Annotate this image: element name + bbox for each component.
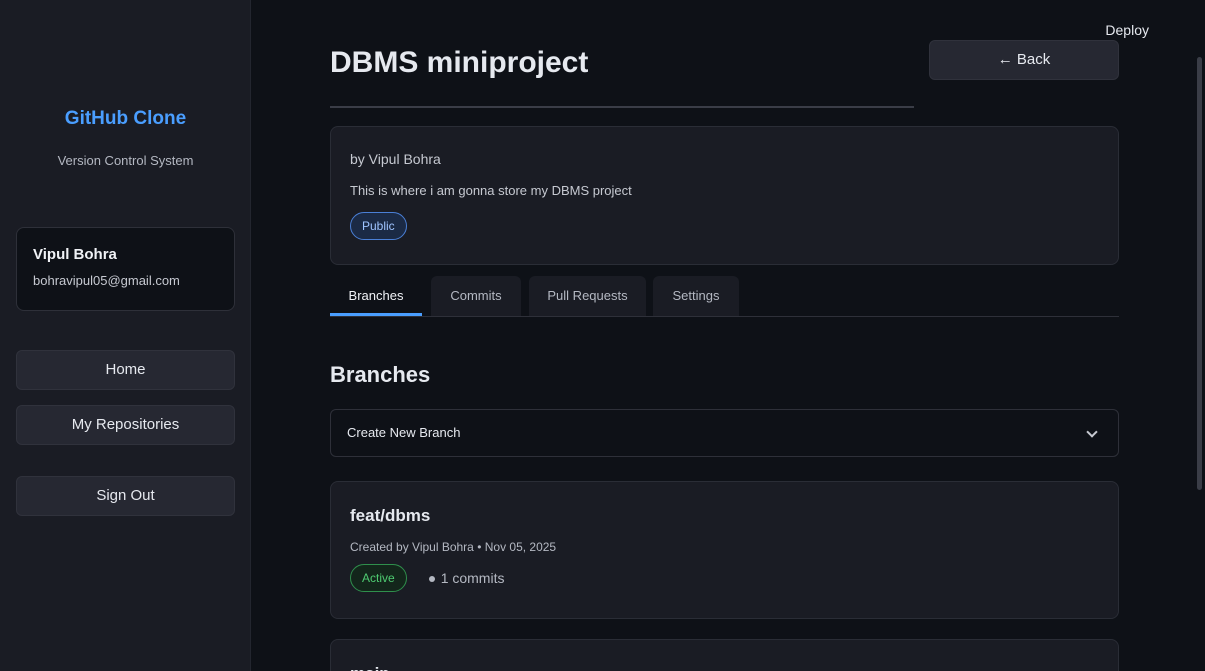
scrollbar-thumb[interactable] bbox=[1197, 57, 1202, 490]
dot-icon bbox=[428, 576, 435, 583]
branch-name: feat/dbms bbox=[350, 506, 431, 525]
branch-status-row: Active 1 commits bbox=[350, 554, 1099, 592]
active-tab-indicator bbox=[330, 313, 422, 316]
branch-card: main bbox=[330, 639, 1119, 671]
repo-description: This is where i am gonna store my DBMS p… bbox=[350, 183, 632, 198]
commit-count-label: 1 commits bbox=[440, 570, 505, 586]
branch-meta: Created by Vipul Bohra • Nov 05, 2025 bbox=[350, 540, 557, 554]
title-divider bbox=[330, 106, 914, 108]
my-repositories-button[interactable]: My Repositories bbox=[16, 405, 235, 445]
user-name: Vipul Bohra bbox=[33, 246, 117, 263]
branches-heading: Branches bbox=[330, 362, 431, 387]
brand-title: GitHub Clone bbox=[64, 108, 187, 129]
create-branch-expander[interactable]: Create New Branch bbox=[330, 409, 1119, 457]
repo-info-card: by Vipul Bohra This is where i am gonna … bbox=[330, 126, 1119, 265]
status-badge: Active bbox=[350, 564, 407, 592]
brand-subtitle: Version Control System bbox=[57, 153, 194, 168]
tab-commits[interactable]: Commits bbox=[431, 276, 521, 316]
home-button[interactable]: Home bbox=[16, 350, 235, 390]
back-button[interactable]: ← Back bbox=[929, 40, 1119, 80]
user-email: bohravipul05@gmail.com bbox=[33, 273, 180, 288]
user-card: Vipul Bohra bohravipul05@gmail.com bbox=[16, 227, 235, 311]
deploy-button[interactable]: Deploy bbox=[1105, 22, 1149, 38]
chevron-down-icon bbox=[1086, 426, 1098, 438]
scrollbar[interactable] bbox=[1195, 0, 1205, 671]
page-title: DBMS miniproject bbox=[330, 46, 589, 79]
repo-owner: by Vipul Bohra bbox=[350, 151, 441, 167]
tab-settings[interactable]: Settings bbox=[653, 276, 739, 316]
sidebar: GitHub Clone Version Control System Vipu… bbox=[0, 0, 251, 671]
branch-name: main bbox=[350, 664, 1099, 671]
repo-tabs: Branches Commits Pull Requests Settings bbox=[330, 276, 1119, 317]
visibility-badge: Public bbox=[350, 212, 407, 240]
branch-card: feat/dbms Created by Vipul Bohra • Nov 0… bbox=[330, 481, 1119, 619]
main-content: Deploy DBMS miniproject ← Back by Vipul … bbox=[251, 0, 1205, 671]
create-branch-label: Create New Branch bbox=[347, 425, 461, 440]
tab-pull-requests[interactable]: Pull Requests bbox=[529, 276, 646, 316]
commit-count: 1 commits bbox=[428, 570, 505, 586]
tab-branches[interactable]: Branches bbox=[330, 276, 422, 316]
sign-out-button[interactable]: Sign Out bbox=[16, 476, 235, 516]
